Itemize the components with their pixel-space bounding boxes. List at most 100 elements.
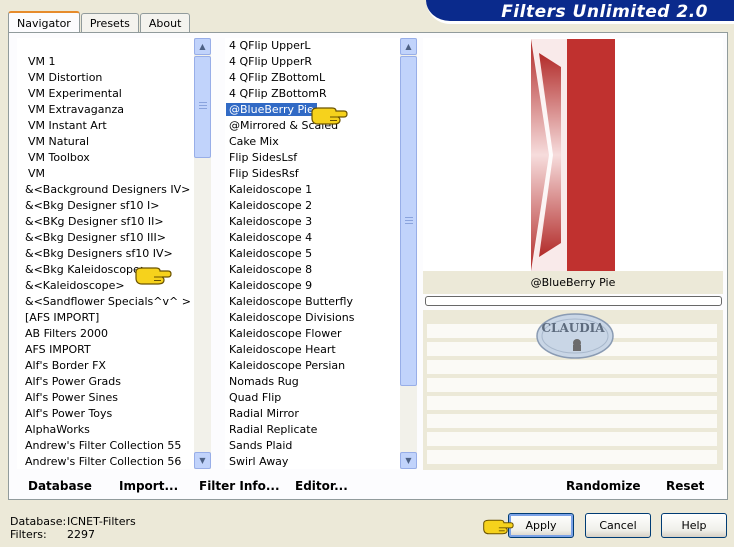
list-item-label: &<Bkg Designer sf10 I> — [25, 199, 160, 212]
list-item[interactable]: Andrew's Filter Collection 56 — [21, 454, 194, 469]
list-item[interactable]: &<Sandflower Specials^v^ > — [21, 294, 194, 310]
list-item-label: Flip SidesLsf — [229, 151, 298, 164]
progress-bar — [425, 296, 722, 306]
tab-presets[interactable]: Presets — [80, 13, 139, 32]
list-item[interactable]: Nomads Rug — [225, 374, 400, 390]
list-item-label: AlphaWorks — [25, 423, 90, 436]
scroll-down-button[interactable]: ▼ — [194, 452, 211, 469]
list-item[interactable]: VM Natural — [21, 134, 194, 150]
list-item[interactable]: Kaleidoscope 2 — [225, 198, 400, 214]
list-item[interactable]: Kaleidoscope Divisions — [225, 310, 400, 326]
list-item[interactable]: VM Distortion — [21, 70, 194, 86]
randomize-link[interactable]: Randomize — [566, 479, 640, 493]
scroll-up-button[interactable]: ▲ — [400, 38, 417, 55]
list-item[interactable]: Swirl Away — [225, 454, 400, 469]
list-item-label: Kaleidoscope 1 — [229, 183, 313, 196]
list-item[interactable]: Quad Flip — [225, 390, 400, 406]
list-item[interactable]: 4 QFlip UpperL — [225, 38, 400, 54]
list-item[interactable]: VM — [21, 166, 194, 182]
reset-link[interactable]: Reset — [666, 479, 704, 493]
list-item[interactable]: &<BKg Designer sf10 II> — [21, 214, 194, 230]
list-item[interactable]: VM Extravaganza — [21, 102, 194, 118]
list-item[interactable]: [AFS IMPORT] — [21, 310, 194, 326]
list-item[interactable]: Alf's Power Grads — [21, 374, 194, 390]
database-value: ICNET-Filters — [67, 515, 136, 528]
list-item[interactable]: Alf's Power Sines — [21, 390, 194, 406]
category-list[interactable]: VM 1 VM Distortion VM Experimental VM Extra… — [17, 38, 211, 469]
list-item-label: Kaleidoscope 5 — [229, 247, 313, 260]
list-item-label: VM Extravaganza — [28, 103, 125, 116]
arrow-up-icon: ▲ — [405, 42, 412, 51]
list-item[interactable]: 4 QFlip ZBottomL — [225, 70, 400, 86]
list-item[interactable]: &<Bkg Designer sf10 I> — [21, 198, 194, 214]
list-item[interactable]: Cake Mix — [225, 134, 400, 150]
filter-scrollbar[interactable]: ▲ ▼ — [400, 38, 417, 469]
list-item-label: Cake Mix — [229, 135, 279, 148]
category-scrollbar[interactable]: ▲ ▼ — [194, 38, 211, 469]
list-item-label: Kaleidoscope Flower — [229, 327, 342, 340]
list-item-label: VM Toolbox — [28, 151, 90, 164]
tab-strip: Navigator Presets About — [8, 10, 191, 33]
list-item[interactable]: Sands Plaid — [225, 438, 400, 454]
list-item-label: VM Natural — [28, 135, 90, 148]
scroll-thumb[interactable] — [194, 56, 211, 158]
list-item[interactable]: Kaleidoscope Flower — [225, 326, 400, 342]
apply-button[interactable]: Apply — [508, 513, 574, 538]
list-item-label: &<BKg Designer sf10 II> — [25, 215, 164, 228]
list-item[interactable]: Radial Replicate — [225, 422, 400, 438]
list-item-label: Kaleidoscope Butterfly — [229, 295, 353, 308]
list-item-label: 4 QFlip UpperR — [229, 55, 313, 68]
pointing-hand-icon — [311, 107, 348, 125]
list-item[interactable]: AlphaWorks — [21, 422, 194, 438]
filter-info-link[interactable]: Filter Info... — [199, 479, 280, 493]
list-item[interactable]: VM Instant Art — [21, 118, 194, 134]
help-button[interactable]: Help — [661, 513, 727, 538]
editor-link[interactable]: Editor... — [295, 479, 348, 493]
list-item[interactable]: Radial Mirror — [225, 406, 400, 422]
list-item[interactable]: 4 QFlip UpperR — [225, 54, 400, 70]
list-item[interactable]: VM Toolbox — [21, 150, 194, 166]
list-item[interactable]: Flip SidesRsf — [225, 166, 400, 182]
tab-about[interactable]: About — [139, 13, 191, 32]
list-item-label: Radial Replicate — [229, 423, 318, 436]
list-item[interactable]: &<Background Designers IV> — [21, 182, 194, 198]
tab-navigator[interactable]: Navigator — [8, 11, 80, 33]
list-item[interactable]: Kaleidoscope Butterfly — [225, 294, 400, 310]
list-item[interactable]: Kaleidoscope Heart — [225, 342, 400, 358]
list-item[interactable]: AFS IMPORT — [21, 342, 194, 358]
list-item[interactable]: Kaleidoscope 3 — [225, 214, 400, 230]
list-item[interactable]: VM 1 — [21, 54, 194, 70]
cancel-button[interactable]: Cancel — [585, 513, 651, 538]
scroll-down-button[interactable]: ▼ — [400, 452, 417, 469]
list-item[interactable]: Kaleidoscope 8 — [225, 262, 400, 278]
import-link[interactable]: Import... — [119, 479, 178, 493]
list-item[interactable]: Kaleidoscope 4 — [225, 230, 400, 246]
list-item[interactable]: Flip SidesLsf — [225, 150, 400, 166]
arrow-up-icon: ▲ — [199, 42, 206, 51]
list-item-label: Kaleidoscope Heart — [229, 343, 336, 356]
scroll-thumb[interactable] — [400, 56, 417, 386]
list-item[interactable]: Alf's Border FX — [21, 358, 194, 374]
list-item[interactable]: 4 QFlip ZBottomR — [225, 86, 400, 102]
list-item[interactable]: &<Bkg Designers sf10 IV> — [21, 246, 194, 262]
list-item[interactable]: Andrew's Filter Collection 55 — [21, 438, 194, 454]
list-item-label: Radial Mirror — [229, 407, 299, 420]
list-item[interactable]: VM Experimental — [21, 86, 194, 102]
list-item[interactable]: Kaleidoscope 9 — [225, 278, 400, 294]
list-item-label: Sands Plaid — [229, 439, 293, 452]
list-item[interactable]: AB Filters 2000 — [21, 326, 194, 342]
scroll-up-button[interactable]: ▲ — [194, 38, 211, 55]
database-link[interactable]: Database — [28, 479, 92, 493]
list-item[interactable]: &<Bkg Designer sf10 III> — [21, 230, 194, 246]
list-item[interactable]: Kaleidoscope 1 — [225, 182, 400, 198]
list-item[interactable]: Alf's Power Toys — [21, 406, 194, 422]
database-info: Database: ICNET-Filters — [10, 515, 136, 528]
preview-filter-name: @BlueBerry Pie — [423, 271, 723, 294]
watermark-logo: CLAUDIA — [536, 313, 614, 359]
list-item[interactable]: Kaleidoscope Persian — [225, 358, 400, 374]
database-label: Database: — [10, 515, 67, 528]
list-item-label: Flip SidesRsf — [229, 167, 299, 180]
list-item[interactable]: Kaleidoscope 5 — [225, 246, 400, 262]
filter-list[interactable]: 4 QFlip UpperL 4 QFlip UpperR 4 QFlip ZBot… — [225, 38, 417, 469]
category-items: VM 1 VM Distortion VM Experimental VM Extra… — [17, 54, 194, 469]
